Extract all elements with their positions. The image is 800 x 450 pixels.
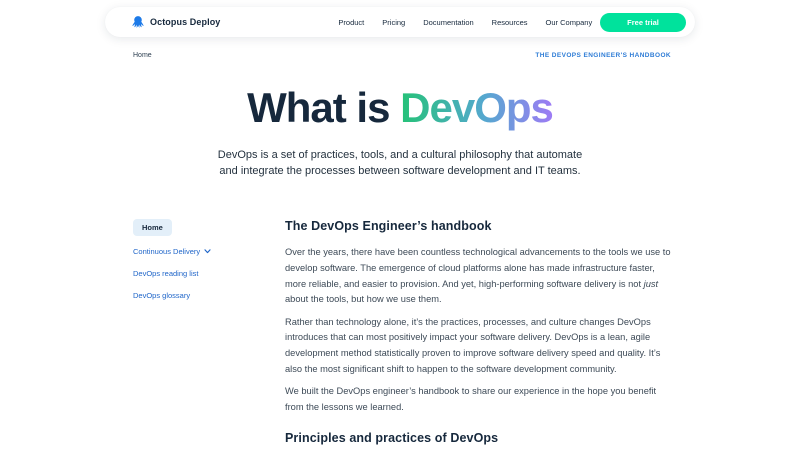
octopus-logo-icon: [131, 15, 145, 29]
free-trial-button[interactable]: Free trial: [600, 13, 686, 32]
sidebar-item-continuous-delivery-label: Continuous Delivery: [133, 247, 200, 256]
article-heading-handbook: The DevOps Engineer’s handbook: [285, 219, 672, 233]
brand-logo[interactable]: Octopus Deploy: [131, 15, 220, 29]
sidebar-item-home[interactable]: Home: [133, 219, 285, 236]
chevron-down-icon: [204, 249, 211, 254]
nav-link-pricing[interactable]: Pricing: [382, 18, 405, 27]
page-subtitle: DevOps is a set of practices, tools, and…: [209, 148, 591, 179]
handbook-series-label[interactable]: THE DEVOPS ENGINEER'S HANDBOOK: [535, 52, 671, 59]
sidebar-item-continuous-delivery[interactable]: Continuous Delivery: [133, 247, 285, 256]
paragraph-1-tail: about the tools, but how we use them.: [285, 294, 442, 304]
sidebar-item-devops-reading-list[interactable]: DevOps reading list: [133, 269, 285, 278]
paragraph-1-text: Over the years, there have been countles…: [285, 247, 671, 288]
nav-link-resources[interactable]: Resources: [492, 18, 528, 27]
brand-name: Octopus Deploy: [150, 17, 220, 27]
sidebar-item-home-label: Home: [133, 219, 172, 236]
page-container: Octopus Deploy Product Pricing Documenta…: [105, 7, 695, 445]
nav-link-documentation[interactable]: Documentation: [423, 18, 473, 27]
top-navbar: Octopus Deploy Product Pricing Documenta…: [105, 7, 695, 37]
sidebar-item-devops-glossary[interactable]: DevOps glossary: [133, 291, 285, 300]
nav-link-our-company[interactable]: Our Company: [546, 18, 593, 27]
sidebar-nav: Home Continuous Delivery DevOps reading …: [133, 219, 285, 444]
nav-links: Product Pricing Documentation Resources …: [338, 18, 592, 27]
article-paragraph-2: Rather than technology alone, it’s the p…: [285, 315, 672, 377]
breadcrumb-row: Home THE DEVOPS ENGINEER'S HANDBOOK: [105, 37, 695, 59]
article-content: The DevOps Engineer’s handbook Over the …: [285, 219, 672, 444]
breadcrumb-home[interactable]: Home: [133, 52, 152, 59]
nav-link-product[interactable]: Product: [338, 18, 364, 27]
page-title: What is DevOps: [105, 85, 695, 131]
article-paragraph-3: We built the DevOps engineer’s handbook …: [285, 384, 672, 415]
paragraph-1-italic: just: [644, 279, 658, 289]
article-heading-principles: Principles and practices of DevOps: [285, 431, 672, 445]
page-title-gradient: DevOps: [400, 84, 553, 131]
article-paragraph-1: Over the years, there have been countles…: [285, 245, 672, 307]
hero-section: What is DevOps DevOps is a set of practi…: [105, 85, 695, 179]
page-title-plain: What is: [247, 84, 400, 131]
body-section: Home Continuous Delivery DevOps reading …: [105, 219, 695, 444]
sidebar-item-devops-reading-list-label: DevOps reading list: [133, 269, 198, 278]
sidebar-item-devops-glossary-label: DevOps glossary: [133, 291, 190, 300]
